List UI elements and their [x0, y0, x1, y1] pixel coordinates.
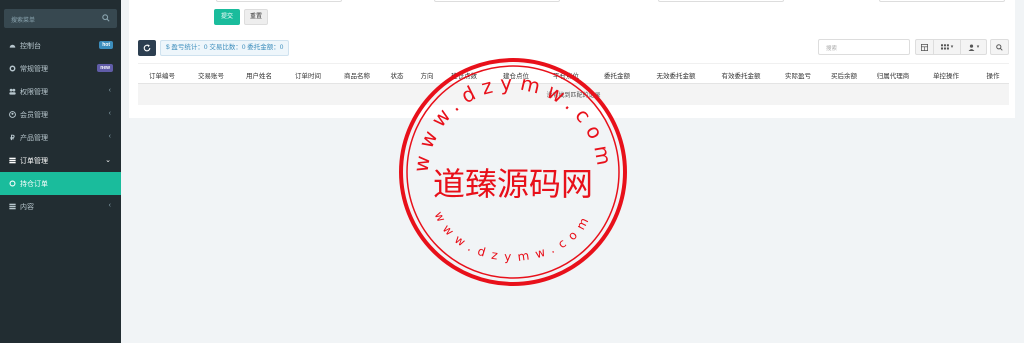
- export-button[interactable]: ▾: [961, 39, 987, 55]
- chevron-left-icon: ‹: [108, 110, 111, 117]
- filter-input[interactable]: [658, 0, 784, 2]
- circle-icon: [9, 180, 16, 187]
- sidebar-menu: 控制台 hot 常规管理 new 权限管理 ‹ 会员管理 ‹ ₽ 产品管理 ‹ …: [0, 34, 121, 218]
- filter-input[interactable]: [216, 0, 342, 2]
- sidebar-item-label: 会员管理: [20, 112, 48, 119]
- sidebar-item-label: 控制台: [20, 43, 41, 50]
- column-header[interactable]: 单控操作: [933, 70, 959, 80]
- table-toolbar: ▾ ▾: [915, 39, 987, 55]
- filter-input[interactable]: [434, 0, 560, 2]
- chevron-left-icon: ‹: [108, 133, 111, 140]
- column-header[interactable]: 操作: [987, 70, 1000, 80]
- filter-input[interactable]: [879, 0, 1005, 2]
- column-header[interactable]: 买后余额: [831, 70, 857, 80]
- ruble-icon: ₽: [10, 134, 15, 142]
- new-badge: new: [97, 64, 113, 72]
- sidebar-item-products[interactable]: ₽ 产品管理 ‹: [0, 126, 121, 149]
- user-icon: [968, 43, 975, 51]
- submit-button[interactable]: 提交: [214, 9, 240, 25]
- column-header[interactable]: 实际盈亏: [785, 70, 811, 80]
- sidebar-item-label: 持仓订单: [20, 181, 48, 188]
- watermark-center-text: 道臻源码网: [433, 165, 593, 203]
- caret-down-icon: ▾: [950, 44, 954, 50]
- column-header[interactable]: 订单编号: [149, 70, 175, 80]
- refresh-icon: [143, 44, 151, 52]
- sidebar-item-label: 订单管理: [20, 158, 48, 165]
- table-icon: [921, 43, 928, 51]
- search-toggle-button[interactable]: [990, 39, 1009, 55]
- svg-text:www.dzymw.com: www.dzymw.com: [432, 209, 595, 264]
- stats-summary: $ 盈亏统计：0 交易比数：0 委托金额：0: [160, 40, 290, 56]
- search-icon: [996, 43, 1003, 51]
- refresh-button[interactable]: [138, 40, 156, 56]
- column-header[interactable]: 无效委托金额: [657, 70, 696, 80]
- chevron-down-icon: ⌄: [105, 157, 111, 164]
- user-circle-icon: [9, 111, 16, 118]
- search-icon[interactable]: [102, 14, 110, 22]
- sidebar-item-content[interactable]: 内容 ‹: [0, 195, 121, 218]
- sidebar-item-general[interactable]: 常规管理 new: [0, 57, 121, 80]
- toggle-view-button[interactable]: [915, 39, 934, 55]
- sidebar-item-label: 常规管理: [20, 66, 48, 73]
- sidebar-item-label: 产品管理: [20, 135, 48, 142]
- sidebar-item-permissions[interactable]: 权限管理 ‹: [0, 80, 121, 103]
- sidebar-item-open-positions[interactable]: 持仓订单: [0, 172, 121, 195]
- group-icon: [9, 88, 16, 95]
- columns-button[interactable]: ▾: [934, 39, 961, 55]
- reset-button[interactable]: 重置: [244, 9, 268, 25]
- list-icon: [9, 157, 16, 164]
- sidebar-item-label: 权限管理: [20, 89, 48, 96]
- sidebar-item-dashboard[interactable]: 控制台 hot: [0, 34, 121, 57]
- watermark-stamp: www.dzymw.com 道臻源码网 www.dzymw.com: [399, 58, 627, 286]
- list-icon: [9, 203, 16, 210]
- sidebar-item-members[interactable]: 会员管理 ‹: [0, 103, 121, 126]
- sidebar-item-label: 内容: [20, 204, 34, 211]
- sidebar-item-orders[interactable]: 订单管理 ⌄: [0, 149, 121, 172]
- dashboard-icon: [9, 42, 16, 49]
- sidebar-search-placeholder: 搜索菜单: [11, 18, 36, 24]
- table-search-input[interactable]: 搜索: [818, 39, 910, 55]
- chevron-left-icon: ‹: [108, 87, 111, 94]
- caret-down-icon: ▾: [976, 44, 980, 50]
- sidebar-search-input[interactable]: 搜索菜单: [4, 9, 117, 28]
- hot-badge: hot: [99, 41, 113, 49]
- cog-icon: [9, 65, 16, 72]
- column-header[interactable]: 订单时间: [295, 70, 321, 80]
- chevron-left-icon: ‹: [108, 202, 111, 209]
- column-header[interactable]: 有效委托金额: [722, 70, 761, 80]
- column-header[interactable]: 归属代理商: [877, 70, 910, 80]
- column-header[interactable]: 交易账号: [198, 70, 224, 80]
- watermark-bottom-text: www.dzymw.com: [432, 209, 588, 264]
- table-search-placeholder: 搜索: [826, 46, 838, 52]
- columns-icon: [940, 43, 949, 49]
- column-header[interactable]: 商品名称: [344, 70, 370, 80]
- column-header[interactable]: 用户姓名: [246, 70, 272, 80]
- sidebar: 搜索菜单 控制台 hot 常规管理 new 权限管理 ‹ 会员管理 ‹ ₽ 产品…: [0, 0, 121, 343]
